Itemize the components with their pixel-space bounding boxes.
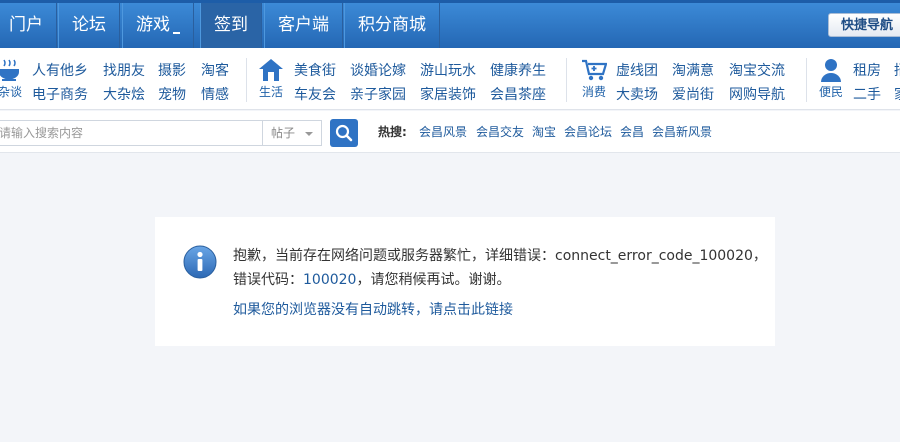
link-item[interactable]: 谈婚论嫁 [350,60,406,80]
link-item[interactable]: 宠物 [158,84,186,104]
link-item[interactable]: 二手 [853,84,881,104]
nav-label: 游戏 [136,15,170,35]
category-label: 便民 [818,85,843,99]
divider [246,58,247,102]
link-item[interactable]: 家居装饰 [420,84,476,104]
error-code-label: 错误代码： [233,272,303,288]
link-item[interactable]: 爱尚街 [672,84,714,104]
nav-label: 签到 [214,15,248,35]
link-item[interactable]: 会昌茶座 [490,84,546,104]
hot-search-link[interactable]: 会昌风景 [419,123,467,140]
link-item[interactable]: 情感 [201,84,229,104]
hot-search-label: 热搜: [378,125,407,139]
hot-search-link[interactable]: 淘宝 [532,123,556,140]
nav-portal[interactable]: 门户 [0,3,57,48]
link-item[interactable]: 虚线团 [616,60,658,80]
search-button[interactable] [330,119,358,147]
search-icon [335,124,353,142]
nav-points-mall[interactable]: 积分商城 [344,3,440,48]
category-label: 消费 [581,85,606,99]
retry-text: ，请您稍候再试。谢谢。 [356,272,511,288]
redirect-link[interactable]: 如果您的浏览器没有自动跳转，请点击此链接 [233,299,513,319]
cart-icon [582,59,607,81]
teacup-icon [0,59,19,81]
link-item[interactable]: 淘宝交流 [729,60,785,80]
category-chat[interactable]: 杂谈 [0,58,24,100]
search-type-label: 帖子 [271,126,296,140]
search-bar: 请输入搜索内容 帖子 热搜: 会昌风景 会昌交友 淘宝 会昌论坛 会昌 会昌新风… [0,111,900,153]
quick-nav-button[interactable]: 快捷导航 [827,13,900,37]
category-service[interactable]: 便民 [816,58,846,100]
divider [806,58,807,102]
search-type-select[interactable]: 帖子 [262,120,322,146]
link-item[interactable]: 摄影 [158,60,186,80]
nav-label: 积分商城 [358,15,426,35]
person-icon [821,59,841,82]
category-label: 生活 [258,85,283,99]
top-nav: 门户 论坛 游戏 签到 客户端 积分商城 快捷导航 [0,0,900,48]
house-icon [259,59,283,81]
link-item[interactable]: 淘满意 [672,60,714,80]
link-item[interactable]: 大卖场 [616,84,658,104]
nav-label: 门户 [9,15,43,35]
category-label: 杂谈 [0,85,22,99]
nav-games[interactable]: 游戏 [122,3,194,48]
link-item[interactable]: 游山玩水 [420,60,476,80]
link-item[interactable]: 家 [894,84,900,104]
category-bar: 杂谈 人有他乡 电子商务 找朋友 大杂烩 摄影 宠物 淘客 情感 生活 美食街 … [0,48,900,110]
divider [566,58,567,102]
link-item[interactable]: 电子商务 [32,84,88,104]
link-item[interactable]: 美食街 [294,60,336,80]
error-code: 100020 [303,272,357,288]
hot-search-link[interactable]: 会昌交友 [476,123,524,140]
nav-forum[interactable]: 论坛 [58,3,120,48]
info-icon [183,245,217,279]
error-text-line1: 抱歉，当前存在网络问题或服务器繁忙，详细错误：connect_error_cod… [233,248,767,264]
dropdown-caret-icon [173,32,180,34]
link-item[interactable]: 大杂烩 [103,84,145,104]
link-item[interactable]: 租房 [853,60,881,80]
search-input[interactable]: 请输入搜索内容 [0,120,262,146]
category-life[interactable]: 生活 [256,58,286,100]
category-consume[interactable]: 消费 [578,58,610,100]
nav-client[interactable]: 客户端 [264,3,343,48]
link-item[interactable]: 车友会 [294,84,336,104]
error-message-box: 抱歉，当前存在网络问题或服务器繁忙，详细错误：connect_error_cod… [155,217,775,346]
link-item[interactable]: 亲子家园 [350,84,406,104]
link-item[interactable]: 人有他乡 [32,60,88,80]
link-item[interactable]: 淘客 [201,60,229,80]
link-item[interactable]: 招 [894,60,900,80]
nav-label: 客户端 [278,15,329,35]
chevron-down-icon [305,132,313,136]
link-item[interactable]: 找朋友 [103,60,145,80]
nav-checkin[interactable]: 签到 [200,3,262,48]
hot-search-link[interactable]: 会昌论坛 [564,123,612,140]
error-text-line2: 错误代码：100020，请您稍候再试。谢谢。 [233,269,510,289]
link-item[interactable]: 健康养生 [490,60,546,80]
hot-search-link[interactable]: 会昌 [620,123,644,140]
hot-search-link[interactable]: 会昌新风景 [652,123,712,140]
nav-label: 论坛 [72,15,106,35]
link-item[interactable]: 网购导航 [729,84,785,104]
